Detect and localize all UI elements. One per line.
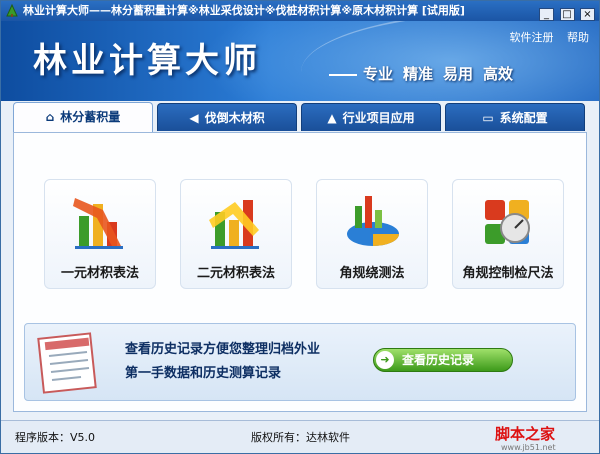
slogan-word: 易用	[443, 65, 474, 83]
status-bar: 程序版本：V5.0 版权所有：达林软件 脚本之家 www.jb51.net	[1, 420, 599, 453]
history-message: 查看历史记录方便您整理归档外业 第一手数据和历史测算记录	[125, 338, 320, 386]
version-text: 程序版本：V5.0	[15, 431, 96, 444]
feature-label: 一元材积表法	[60, 266, 139, 281]
tab-label: 伐倒木材积	[204, 111, 265, 125]
maximize-button[interactable]: □	[559, 8, 575, 21]
slogan-word: 高效	[483, 65, 514, 83]
watermark-url: www.jb51.net	[501, 443, 556, 452]
history-line-2: 第一手数据和历史测算记录	[125, 366, 282, 381]
feature-label: 角规控制检尺法	[462, 266, 554, 281]
pie-chart-icon	[347, 196, 399, 246]
feature-angle-gauge-control[interactable]: 角规控制检尺法	[452, 179, 564, 289]
tab-label: 系统配置	[499, 111, 548, 125]
arrow-right-icon: ➜	[376, 351, 394, 369]
tab-label: 行业项目应用	[342, 111, 415, 125]
window-title: 林业计算大师——林分蓄积量计算※林业采伐设计※伐桩材积计算※原木材积计算 [试用…	[23, 4, 465, 17]
monitor-icon: ▭	[482, 111, 494, 125]
title-bar[interactable]: 林业计算大师——林分蓄积量计算※林业采伐设计※伐桩材积计算※原木材积计算 [试用…	[1, 1, 599, 21]
tab-bar: ⌂ 林分蓄积量 ◀ 伐倒木材积 ▲ 行业项目应用 ▭ 系统配置	[13, 102, 587, 133]
tab-stand-volume[interactable]: ⌂ 林分蓄积量	[13, 102, 153, 133]
feature-label: 角规绕测法	[339, 266, 405, 281]
arrow-up-icon: ▲	[327, 111, 337, 125]
view-history-label: 查看历史记录	[402, 353, 475, 367]
tab-felled-volume[interactable]: ◀ 伐倒木材积	[157, 103, 297, 131]
tab-label: 林分蓄积量	[60, 110, 121, 124]
slogan-dash	[329, 73, 357, 76]
main-panel: 一元材积表法 二元材积表法 角规绕测法 角规控制检尺法 查看历史记录方便您整理归…	[13, 132, 587, 412]
tab-system-config[interactable]: ▭ 系统配置	[445, 103, 585, 131]
history-line-1: 查看历史记录方便您整理归档外业	[125, 342, 321, 357]
feature-angle-gauge-survey[interactable]: 角规绕测法	[316, 179, 428, 289]
slogan: 专业 精准 易用 高效	[329, 63, 523, 84]
tab-industry-projects[interactable]: ▲ 行业项目应用	[301, 103, 441, 131]
top-menu: 软件注册 帮助	[500, 29, 590, 45]
slogan-word: 精准	[403, 65, 434, 83]
help-link[interactable]: 帮助	[567, 31, 589, 44]
document-icon	[37, 332, 97, 394]
app-window: 林业计算大师——林分蓄积量计算※林业采伐设计※伐桩材积计算※原木材积计算 [试用…	[0, 0, 600, 454]
history-panel: 查看历史记录方便您整理归档外业 第一手数据和历史测算记录 ➜ 查看历史记录	[24, 323, 576, 401]
app-header: 林业计算大师 专业 精准 易用 高效 软件注册 帮助	[1, 21, 599, 101]
bar-chart-icon	[73, 198, 123, 249]
gauge-icon	[485, 200, 530, 244]
arrow-left-icon: ◀	[189, 111, 199, 125]
register-link[interactable]: 软件注册	[510, 31, 554, 44]
view-history-button[interactable]: ➜ 查看历史记录	[373, 348, 513, 372]
app-icon	[6, 4, 18, 17]
feature-one-way-volume[interactable]: 一元材积表法	[44, 179, 156, 289]
minimize-button[interactable]: _	[539, 8, 554, 21]
feature-label: 二元材积表法	[196, 266, 275, 281]
bar-chart-icon	[209, 200, 259, 249]
app-title: 林业计算大师	[33, 41, 261, 81]
copyright-text: 版权所有：达林软件	[251, 431, 350, 444]
slogan-word: 专业	[363, 65, 394, 83]
home-icon: ⌂	[45, 110, 55, 124]
feature-two-way-volume[interactable]: 二元材积表法	[180, 179, 292, 289]
close-button[interactable]: ×	[580, 8, 595, 21]
watermark-brand: 脚本之家	[495, 425, 556, 443]
